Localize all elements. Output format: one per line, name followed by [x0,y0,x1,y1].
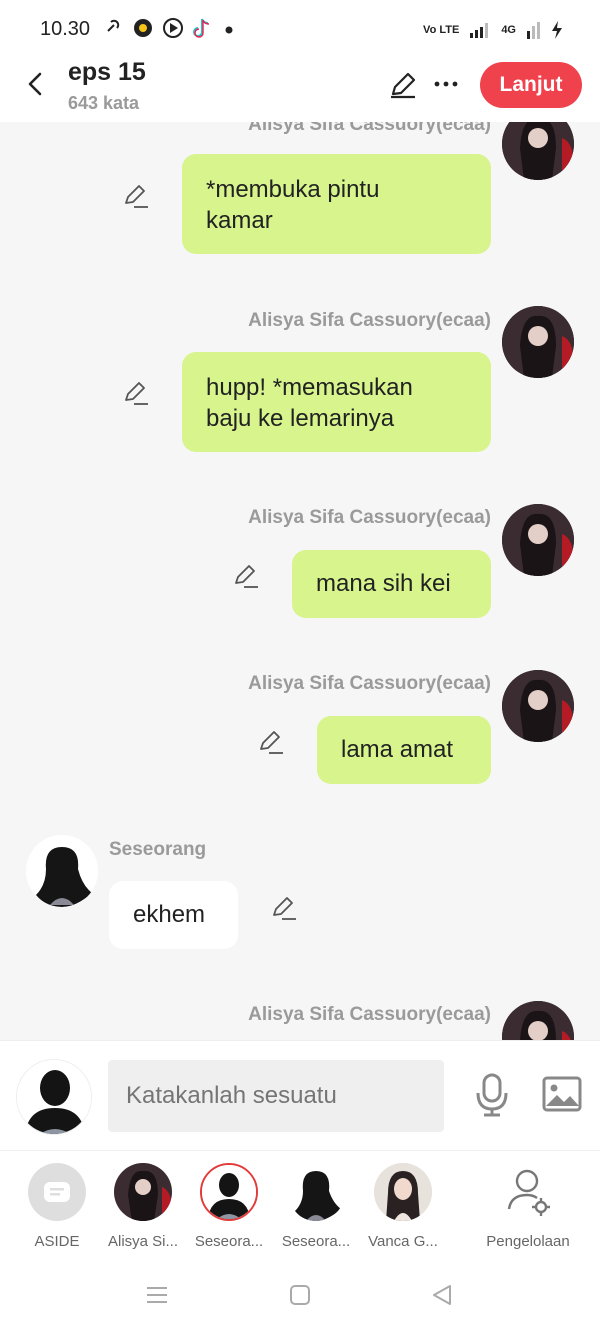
edit-message-icon[interactable] [257,728,285,756]
character-label: Vanca G... [368,1233,438,1250]
message-bubble[interactable]: *membuka pintu kamar [182,154,491,254]
avatar [287,1163,345,1221]
sender-name: Alisya Sifa Cassuory(ecaa) [248,507,491,528]
app-header: eps 15 643 kata Lanjut [0,56,600,122]
menu-nav-icon[interactable] [146,1284,168,1306]
home-nav-icon[interactable] [289,1284,311,1306]
charging-icon [552,21,562,39]
character-label: Seseora... [281,1233,351,1250]
message-text-line: lama amat [341,736,454,763]
avatar[interactable] [502,504,574,576]
system-nav-bar [0,1260,600,1333]
image-icon[interactable] [542,1076,582,1112]
character-label: ASIDE [34,1233,80,1250]
episode-title: eps 15 [68,58,146,86]
character-seseorang-2[interactable]: Seseora... [271,1163,361,1250]
mic-status-icon [107,19,120,32]
avatar[interactable] [26,835,98,907]
avatar[interactable] [502,122,574,180]
message-text-line: hupp! *memasukan [206,374,413,401]
character-alisya[interactable]: Alisya Si... [98,1163,188,1250]
avatar [114,1163,172,1221]
more-options-icon[interactable] [434,81,458,87]
message-text-line: kamar [206,207,273,234]
character-label: Pengelolaan [486,1233,570,1250]
edit-message-icon[interactable] [270,894,298,922]
manage-characters-button[interactable]: Pengelolaan [478,1163,578,1250]
signal-2-icon [527,22,540,39]
edit-message-icon[interactable] [122,379,150,407]
next-button[interactable]: Lanjut [480,62,582,108]
avatar[interactable] [502,1001,574,1040]
character-label: Alisya Si... [107,1233,179,1250]
chat-area[interactable]: Alisya Sifa Cassuory(ecaa) *membuka pint… [0,122,600,1040]
message-bubble[interactable]: ekhem [109,881,238,949]
dot-status-icon [225,26,233,34]
message-bubble[interactable]: hupp! *memasukan baju ke lemarinya [182,352,491,452]
message-bubble[interactable]: lama amat [317,716,491,784]
app-status-icon [134,19,152,37]
character-vanca[interactable]: Vanca G... [358,1163,448,1250]
message-text-line: ekhem [133,901,206,928]
edit-message-icon[interactable] [122,182,150,210]
network-label: 4G [501,24,516,36]
avatar [374,1163,432,1221]
message-bubble[interactable]: mana sih kei [292,550,491,618]
message-text-line: mana sih kei [316,570,451,597]
tiktok-status-icon [193,18,210,38]
back-icon[interactable] [22,70,50,98]
back-nav-icon[interactable] [431,1284,453,1306]
sender-name: Alisya Sifa Cassuory(ecaa) [248,122,491,135]
character-seseorang-1[interactable]: Seseora... [184,1163,274,1250]
edit-title-icon[interactable] [388,70,418,100]
sender-name: Seseorang [109,839,207,860]
message-text-line: *membuka pintu [206,176,380,203]
word-count: 643 kata [68,93,140,113]
compose-bar [0,1040,600,1150]
aside-icon [28,1163,86,1221]
signal-icon [470,23,489,38]
edit-message-icon[interactable] [232,562,260,590]
sender-name: Alisya Sifa Cassuory(ecaa) [248,1004,491,1025]
microphone-icon[interactable] [474,1073,510,1117]
avatar[interactable] [502,306,574,378]
avatar[interactable] [502,670,574,742]
manage-user-icon [499,1163,557,1221]
character-aside[interactable]: ASIDE [12,1163,102,1250]
status-bar: 10.30 Vo LTE 4G [0,0,600,56]
sender-name: Alisya Sifa Cassuory(ecaa) [248,673,491,694]
status-time: 10.30 [40,18,91,40]
character-selector: ASIDE Alisya Si... Seseora... Seseora...… [0,1150,600,1260]
play-status-icon [163,18,183,38]
avatar [200,1163,258,1221]
sender-name: Alisya Sifa Cassuory(ecaa) [248,310,491,331]
character-label: Seseora... [194,1233,264,1250]
current-speaker-avatar[interactable] [16,1059,92,1135]
volte-label: Vo LTE [423,24,460,36]
message-input[interactable] [108,1060,444,1132]
message-text-line: baju ke lemarinya [206,405,395,432]
